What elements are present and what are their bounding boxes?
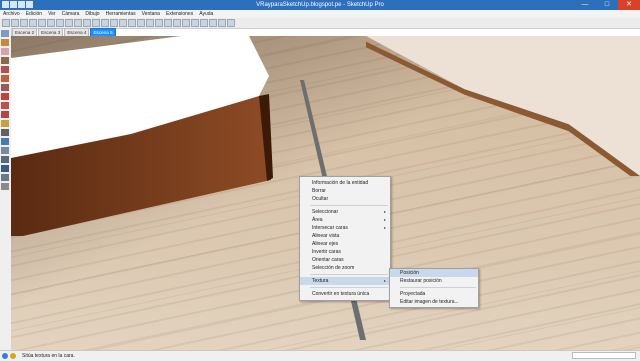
eraser-icon[interactable]	[1, 48, 9, 55]
menu-item-label: Textura	[312, 278, 329, 284]
pan-icon[interactable]	[1, 147, 9, 154]
menu-extensiones[interactable]: Extensiones	[163, 10, 196, 18]
vray-light-icon[interactable]	[164, 19, 172, 27]
submenu-item-position[interactable]: Posición	[390, 269, 478, 277]
menu-dibujo[interactable]: Dibujo	[82, 10, 102, 18]
submenu-item-projected[interactable]: Proyectada	[390, 290, 478, 298]
geolocation-icon[interactable]	[2, 353, 8, 359]
minimize-button[interactable]: —	[574, 0, 596, 10]
vray-spot-light-icon[interactable]	[182, 19, 190, 27]
vray-render-icon[interactable]	[128, 19, 136, 27]
menu-item-align-axes[interactable]: Alinear ejes	[300, 240, 390, 248]
menu-item-label: Intersecar caras	[312, 225, 348, 231]
texture-submenu: Posición Restaurar posición Proyectada E…	[389, 268, 479, 308]
camera-front-icon[interactable]	[20, 19, 28, 27]
menu-separator	[310, 274, 388, 275]
menu-item-make-unique-texture[interactable]: Convertir en textura única	[300, 290, 390, 298]
submenu-arrow-icon: ▸	[383, 278, 386, 283]
menu-camara[interactable]: Cámara	[59, 10, 83, 18]
menu-separator	[400, 287, 476, 288]
menu-item-hide[interactable]: Ocultar	[300, 195, 390, 203]
menu-item-reverse-faces[interactable]: Invertir caras	[300, 248, 390, 256]
menu-item-zoom-selection[interactable]: Selección de zoom	[300, 264, 390, 272]
text-icon[interactable]	[1, 129, 9, 136]
xray-icon[interactable]	[56, 19, 64, 27]
select-arrow-icon[interactable]	[1, 30, 9, 37]
section-icon[interactable]	[1, 183, 9, 190]
camera-iso-icon[interactable]	[2, 19, 10, 27]
back-edges-icon[interactable]	[65, 19, 73, 27]
menu-item-entity-info[interactable]: Información de la entidad	[300, 179, 390, 187]
scale-icon[interactable]	[1, 111, 9, 118]
scene-tabs: Escena 2 Escena 3 Escena 4 Escena 5	[12, 28, 116, 37]
menu-item-label: Área	[312, 217, 323, 223]
vray-frame-buffer-icon[interactable]	[146, 19, 154, 27]
measurements-box[interactable]	[572, 352, 636, 359]
camera-left-icon[interactable]	[47, 19, 55, 27]
rectangle-icon[interactable]	[1, 66, 9, 73]
close-button[interactable]: ✕	[618, 0, 640, 10]
menu-bar: Archivo Edición Ver Cámara Dibujo Herram…	[0, 10, 640, 18]
zoom-extents-icon[interactable]	[1, 165, 9, 172]
menu-ventana[interactable]: Ventana	[139, 10, 163, 18]
credits-icon[interactable]	[10, 353, 16, 359]
vray-plane-icon[interactable]	[227, 19, 235, 27]
menu-item-orient-faces[interactable]: Orientar caras	[300, 256, 390, 264]
move-icon[interactable]	[1, 93, 9, 100]
submenu-arrow-icon: ▸	[383, 209, 386, 214]
vray-ies-light-icon[interactable]	[191, 19, 199, 27]
menu-item-erase[interactable]: Borrar	[300, 187, 390, 195]
status-bar: Sitúa textura en la cara.	[0, 350, 640, 361]
tape-measure-icon[interactable]	[1, 120, 9, 127]
section-plane-icon[interactable]	[119, 19, 127, 27]
context-menu: Información de la entidad Borrar Ocultar…	[299, 176, 391, 301]
maximize-button[interactable]: □	[596, 0, 618, 10]
wireframe-icon[interactable]	[74, 19, 82, 27]
vray-proxy-icon[interactable]	[209, 19, 217, 27]
menu-separator	[310, 205, 388, 206]
menu-herramientas[interactable]: Herramientas	[103, 10, 139, 18]
menu-archivo[interactable]: Archivo	[0, 10, 23, 18]
shaded-icon[interactable]	[92, 19, 100, 27]
submenu-arrow-icon: ▸	[383, 217, 386, 222]
submenu-arrow-icon: ▸	[383, 225, 386, 230]
camera-right-icon[interactable]	[29, 19, 37, 27]
rotate-icon[interactable]	[1, 102, 9, 109]
menu-edicion[interactable]: Edición	[23, 10, 45, 18]
window-title: VRayparaSketchUp.blogspot.pe - SketchUp …	[256, 2, 384, 8]
line-icon[interactable]	[1, 57, 9, 64]
monochrome-icon[interactable]	[110, 19, 118, 27]
submenu-item-edit-texture-image[interactable]: Editar imagen de textura...	[390, 298, 478, 306]
zoom-icon[interactable]	[1, 156, 9, 163]
menu-separator	[310, 287, 388, 288]
menu-ver[interactable]: Ver	[45, 10, 59, 18]
vray-material-icon[interactable]	[155, 19, 163, 27]
shaded-texture-icon[interactable]	[101, 19, 109, 27]
hidden-line-icon[interactable]	[83, 19, 91, 27]
camera-top-icon[interactable]	[11, 19, 19, 27]
menu-ayuda[interactable]: Ayuda	[196, 10, 216, 18]
vray-sphere-light-icon[interactable]	[173, 19, 181, 27]
menu-item-intersect-faces[interactable]: Intersecar caras ▸	[300, 224, 390, 232]
paint-bucket-icon[interactable]	[1, 39, 9, 46]
menu-item-select[interactable]: Seleccionar ▸	[300, 208, 390, 216]
walk-icon[interactable]	[1, 174, 9, 181]
orbit-icon[interactable]	[1, 138, 9, 145]
menu-item-area[interactable]: Área ▸	[300, 216, 390, 224]
menu-item-texture[interactable]: Textura ▸	[300, 277, 390, 285]
push-pull-icon[interactable]	[1, 84, 9, 91]
submenu-item-reset-position[interactable]: Restaurar posición	[390, 277, 478, 285]
vray-fur-icon[interactable]	[218, 19, 226, 27]
title-bar: VRayparaSketchUp.blogspot.pe - SketchUp …	[0, 0, 640, 10]
menu-item-label: Seleccionar	[312, 209, 339, 215]
vray-dome-light-icon[interactable]	[200, 19, 208, 27]
circle-icon[interactable]	[1, 75, 9, 82]
menu-item-align-view[interactable]: Alinear vista	[300, 232, 390, 240]
vray-settings-icon[interactable]	[137, 19, 145, 27]
camera-back-icon[interactable]	[38, 19, 46, 27]
